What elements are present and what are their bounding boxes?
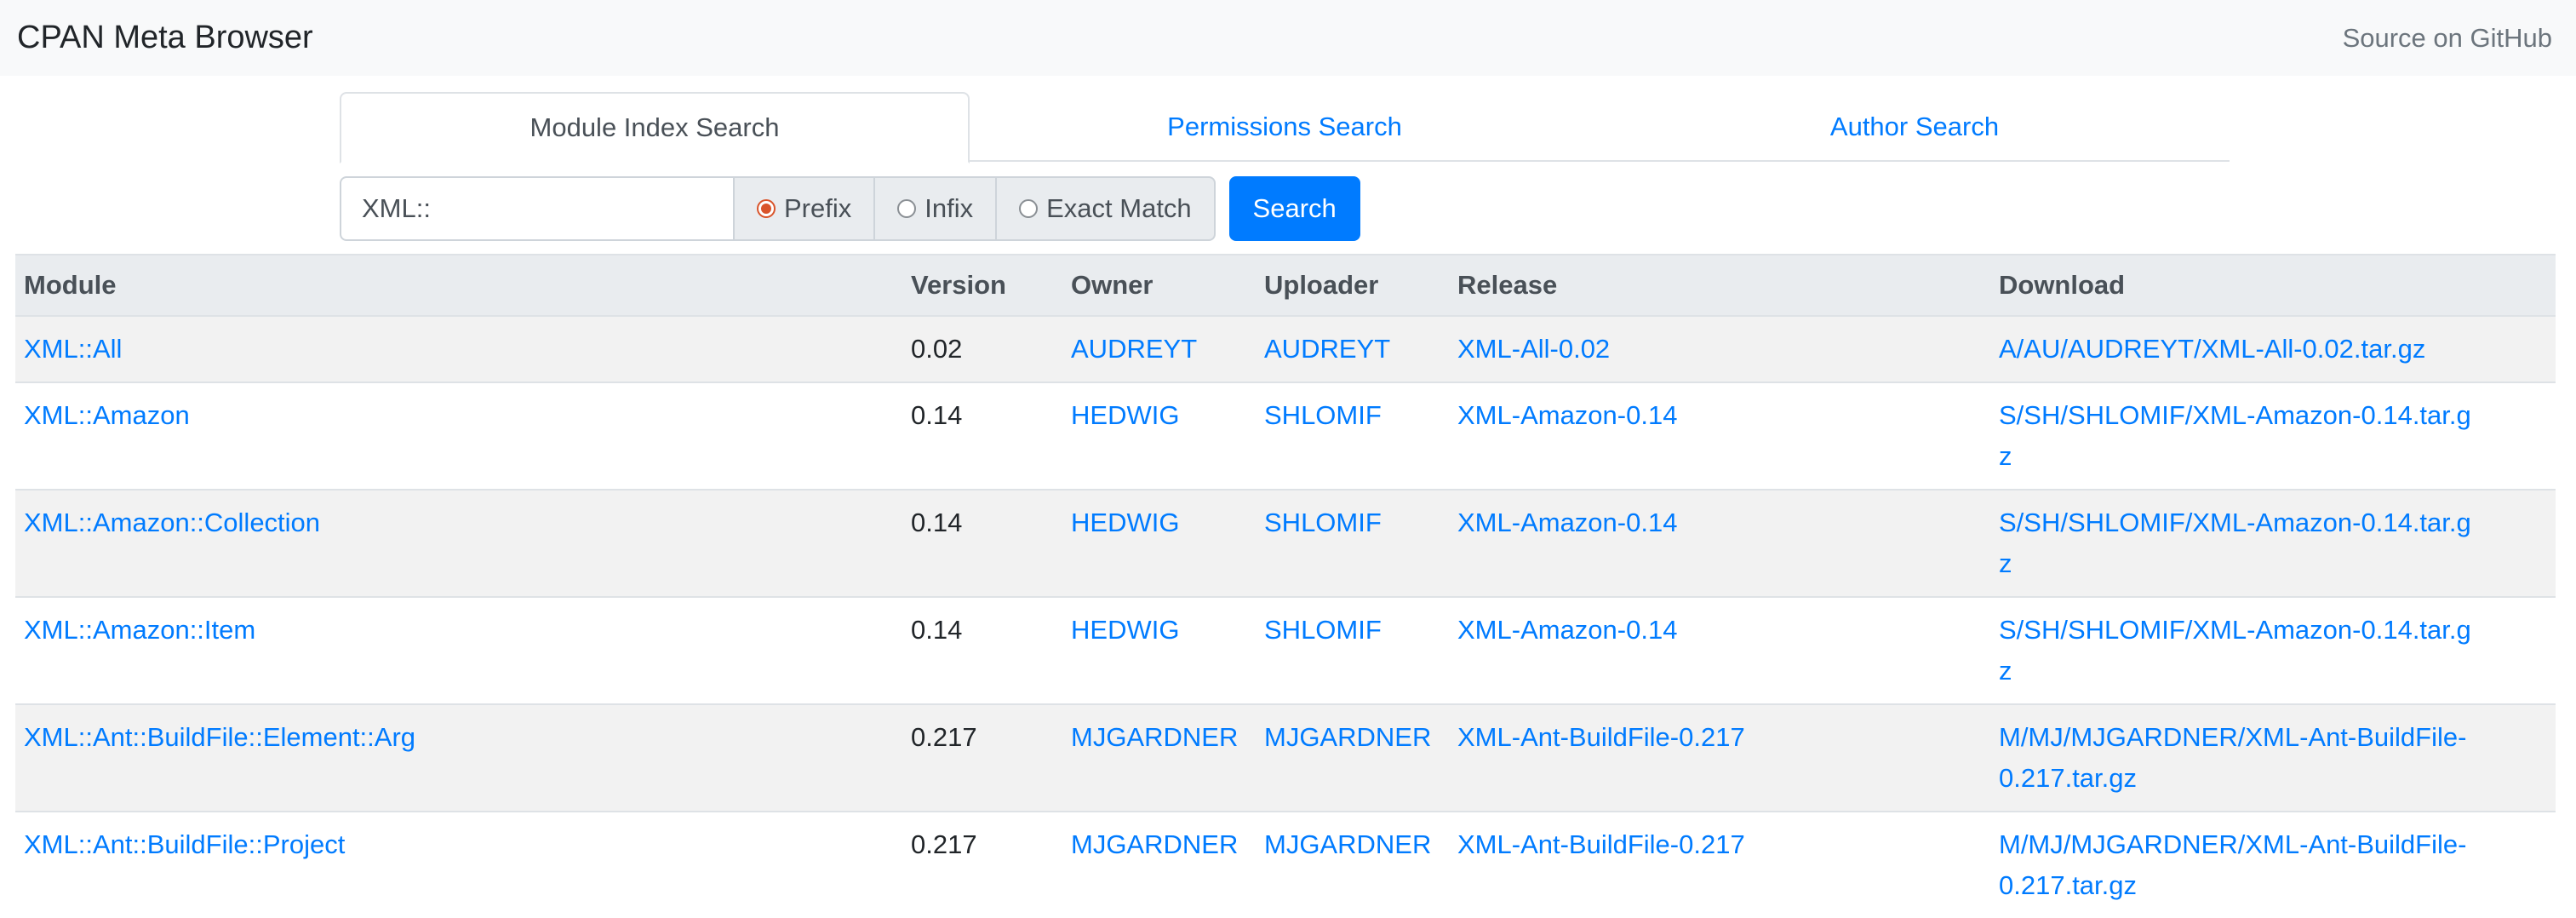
mode-infix-option[interactable]: Infix — [875, 176, 998, 241]
version-cell: 0.217 — [902, 703, 1062, 812]
download-link[interactable]: A/AU/AUDREYT/XML-All-0.02.tar.gz — [1999, 334, 2425, 364]
tab-author-search[interactable]: Author Search — [1600, 92, 2230, 162]
uploader-link[interactable]: SHLOMIF — [1264, 615, 1382, 645]
module-link[interactable]: XML::Ant::BuildFile::Element::Arg — [24, 722, 415, 752]
search-tabs: Module Index Search Permissions Search A… — [340, 92, 2230, 164]
download-link[interactable]: M/MJ/MJGARDNER/XML-Ant-BuildFile-0.217.t… — [1999, 829, 2466, 900]
header-owner: Owner — [1062, 254, 1256, 317]
module-link[interactable]: XML::Amazon — [24, 400, 190, 430]
owner-link[interactable]: HEDWIG — [1071, 508, 1179, 537]
uploader-link[interactable]: AUDREYT — [1264, 334, 1390, 364]
header-release: Release — [1449, 254, 1990, 317]
owner-link[interactable]: HEDWIG — [1071, 615, 1179, 645]
module-link[interactable]: XML::Amazon::Item — [24, 615, 255, 645]
owner-link[interactable]: MJGARDNER — [1071, 829, 1238, 859]
table-row: XML::Amazon::Collection 0.14 HEDWIG SHLO… — [15, 489, 2556, 597]
version-cell: 0.14 — [902, 489, 1062, 597]
version-cell: 0.14 — [902, 596, 1062, 704]
uploader-link[interactable]: SHLOMIF — [1264, 400, 1382, 430]
header-uploader: Uploader — [1256, 254, 1449, 317]
table-header-row: Module Version Owner Uploader Release Do… — [15, 254, 2556, 317]
release-link[interactable]: XML-Amazon-0.14 — [1457, 400, 1677, 430]
radio-infix[interactable] — [897, 199, 917, 218]
table-row: XML::All 0.02 AUDREYT AUDREYT XML-All-0.… — [15, 315, 2556, 382]
release-link[interactable]: XML-Ant-BuildFile-0.217 — [1457, 722, 1745, 752]
owner-link[interactable]: HEDWIG — [1071, 400, 1179, 430]
release-link[interactable]: XML-Amazon-0.14 — [1457, 615, 1677, 645]
mode-exact-match-label: Exact Match — [1046, 193, 1192, 223]
version-cell: 0.02 — [902, 315, 1062, 382]
release-link[interactable]: XML-Amazon-0.14 — [1457, 508, 1677, 537]
radio-prefix[interactable] — [757, 199, 776, 218]
brand-title[interactable]: CPAN Meta Browser — [17, 20, 313, 56]
download-link[interactable]: S/SH/SHLOMIF/XML-Amazon-0.14.tar.gz — [1999, 400, 2471, 471]
module-link[interactable]: XML::All — [24, 334, 122, 364]
uploader-link[interactable]: MJGARDNER — [1264, 829, 1431, 859]
table-row: XML::Amazon 0.14 HEDWIG SHLOMIF XML-Amaz… — [15, 382, 2556, 490]
table-row: XML::Amazon::Item 0.14 HEDWIG SHLOMIF XM… — [15, 596, 2556, 704]
tab-module-index-search[interactable]: Module Index Search — [340, 92, 970, 164]
search-button[interactable]: Search — [1228, 176, 1360, 241]
version-cell: 0.217 — [902, 811, 1062, 918]
mode-prefix-option[interactable]: Prefix — [735, 176, 876, 241]
module-link[interactable]: XML::Amazon::Collection — [24, 508, 320, 537]
download-link[interactable]: M/MJ/MJGARDNER/XML-Ant-BuildFile-0.217.t… — [1999, 722, 2466, 793]
table-row: XML::Ant::BuildFile::Project 0.217 MJGAR… — [15, 811, 2556, 918]
download-link[interactable]: S/SH/SHLOMIF/XML-Amazon-0.14.tar.gz — [1999, 508, 2471, 578]
download-link[interactable]: S/SH/SHLOMIF/XML-Amazon-0.14.tar.gz — [1999, 615, 2471, 686]
release-link[interactable]: XML-Ant-BuildFile-0.217 — [1457, 829, 1745, 859]
uploader-link[interactable]: MJGARDNER — [1264, 722, 1431, 752]
header-version: Version — [902, 254, 1062, 317]
mode-prefix-label: Prefix — [784, 193, 852, 223]
version-cell: 0.14 — [902, 382, 1062, 490]
tab-permissions-search[interactable]: Permissions Search — [970, 92, 1600, 162]
search-input[interactable] — [340, 176, 735, 241]
search-form: Prefix Infix Exact Match Search — [340, 176, 1360, 241]
release-link[interactable]: XML-All-0.02 — [1457, 334, 1610, 364]
mode-infix-label: Infix — [924, 193, 974, 223]
radio-exact-match[interactable] — [1019, 199, 1039, 218]
table-row: XML::Ant::BuildFile::Element::Arg 0.217 … — [15, 703, 2556, 812]
results-table: Module Version Owner Uploader Release Do… — [15, 254, 2556, 918]
owner-link[interactable]: AUDREYT — [1071, 334, 1197, 364]
owner-link[interactable]: MJGARDNER — [1071, 722, 1238, 752]
mode-exact-match-option[interactable]: Exact Match — [997, 176, 1216, 241]
github-source-link[interactable]: Source on GitHub — [2343, 23, 2552, 54]
uploader-link[interactable]: SHLOMIF — [1264, 508, 1382, 537]
header-download: Download — [1990, 254, 2556, 317]
navbar: CPAN Meta Browser Source on GitHub — [0, 0, 2576, 76]
header-module: Module — [15, 254, 902, 317]
module-link[interactable]: XML::Ant::BuildFile::Project — [24, 829, 345, 859]
